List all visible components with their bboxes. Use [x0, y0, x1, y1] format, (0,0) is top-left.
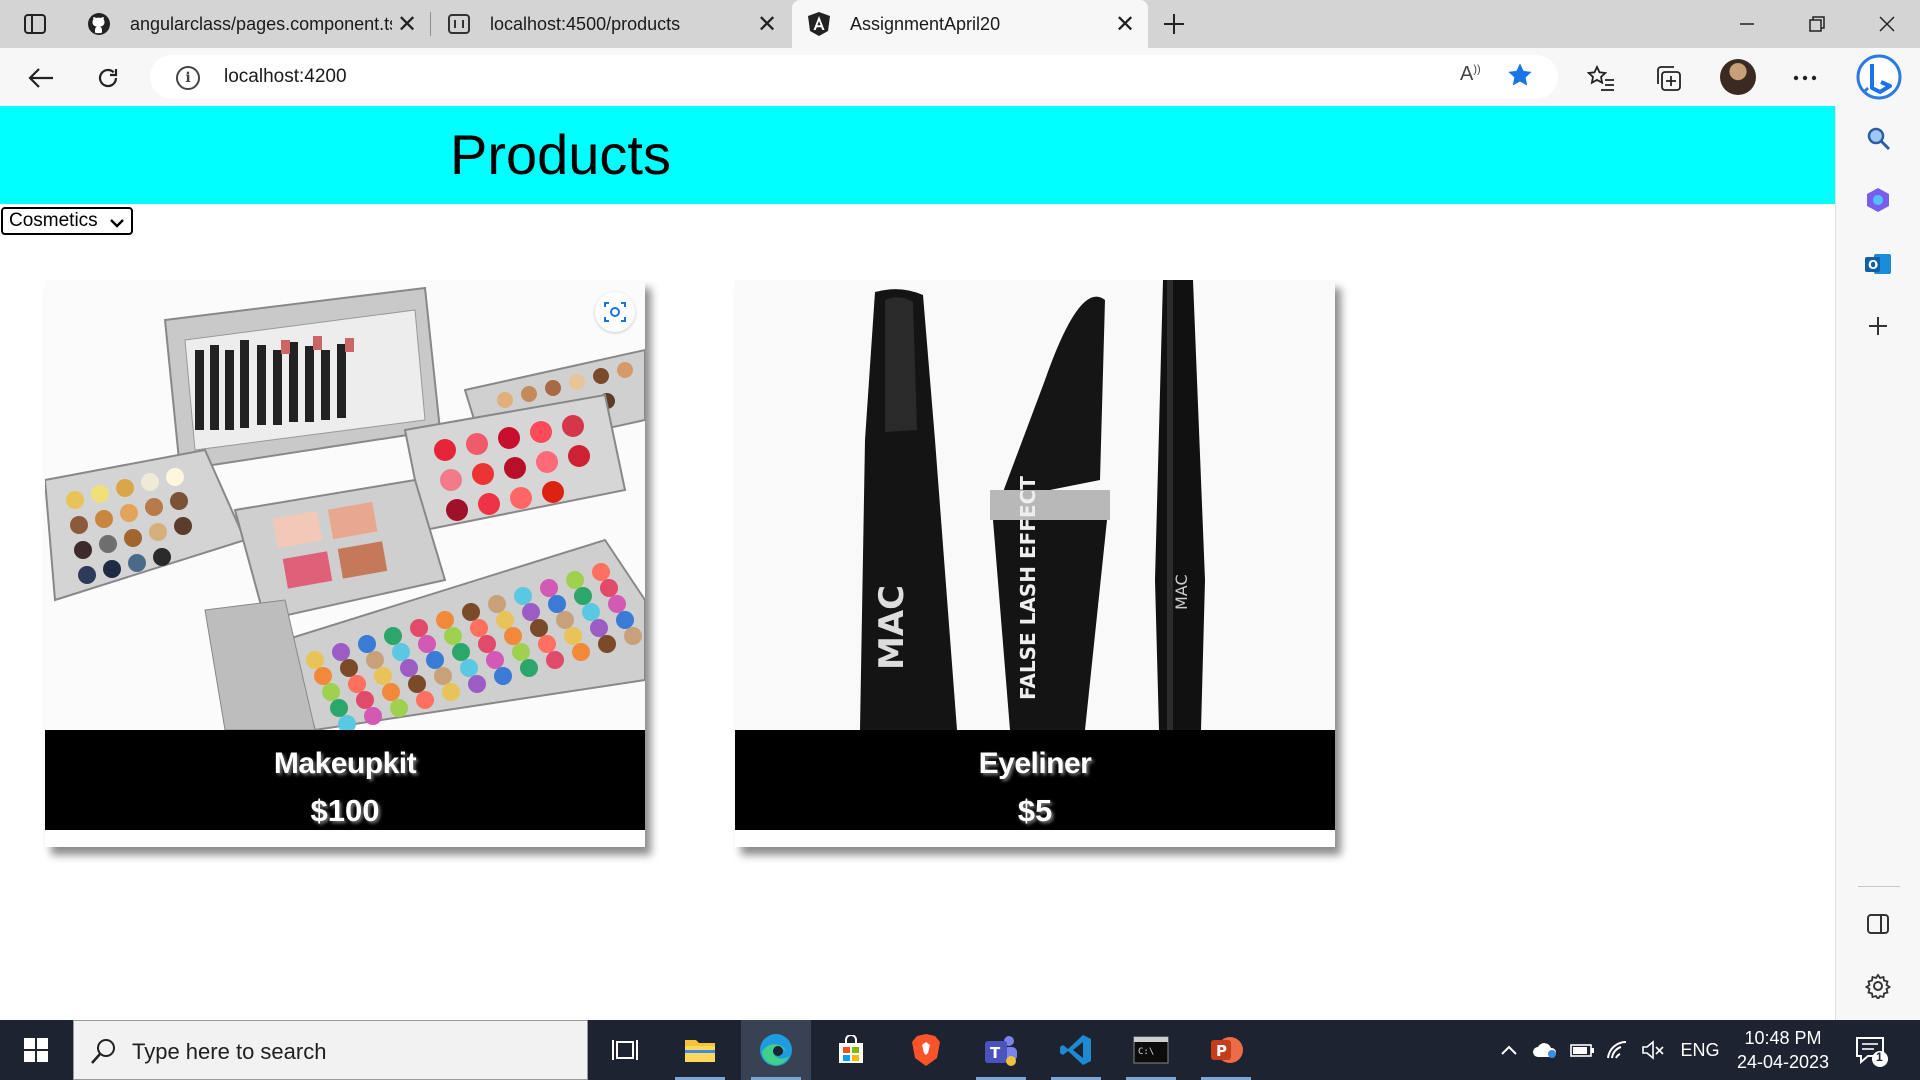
site-info-icon[interactable]: i — [176, 66, 200, 90]
onedrive-icon[interactable] — [1530, 1020, 1560, 1080]
chevron-down-icon — [109, 214, 125, 236]
tab-title: angularclass/pages.component.ts — [130, 13, 392, 34]
product-name: Makeupkit — [273, 747, 417, 780]
profile-avatar[interactable] — [1720, 59, 1756, 95]
powerpoint-icon[interactable]: P — [1191, 1020, 1261, 1080]
product-caption: Eyeliner $5 — [735, 730, 1335, 830]
search-placeholder: Type here to search — [132, 1039, 327, 1064]
product-price: $5 — [1017, 793, 1053, 828]
task-view-icon[interactable] — [590, 1020, 660, 1080]
clock[interactable]: 10:48 PM 24-04-2023 — [1728, 1026, 1838, 1074]
bing-chat-icon[interactable] — [1854, 52, 1904, 102]
svg-text:MAC: MAC — [1172, 574, 1191, 610]
close-tab-icon[interactable]: ✕ — [752, 9, 782, 39]
address-bar-row: i localhost:4200 A)) — [0, 48, 1920, 106]
tab-title: localhost:4500/products — [490, 13, 681, 34]
edge-sidebar: O — [1835, 106, 1920, 1020]
file-explorer-icon[interactable] — [665, 1020, 735, 1080]
makeup-kit-image — [45, 280, 645, 730]
discover-icon[interactable] — [1858, 180, 1898, 220]
wifi-icon[interactable] — [1603, 1020, 1633, 1080]
show-hidden-icons-chevron-up-icon[interactable] — [1496, 1020, 1522, 1080]
svg-text:O: O — [1868, 258, 1878, 272]
battery-icon[interactable] — [1567, 1020, 1597, 1080]
page-icon — [446, 11, 472, 37]
start-button[interactable] — [14, 1032, 58, 1068]
eyeliner-image: MAC FALSE LASH EFFECT MAC — [735, 280, 1335, 730]
more-options-icon[interactable] — [1788, 61, 1822, 95]
clock-time: 10:48 PM — [1744, 1028, 1822, 1048]
language-indicator[interactable]: ENG — [1672, 1020, 1728, 1080]
new-tab-button[interactable] — [1158, 8, 1190, 40]
tab-divider — [430, 12, 431, 36]
svg-text:T: T — [990, 1044, 1001, 1062]
angular-icon — [806, 11, 832, 37]
close-window-button[interactable] — [1852, 0, 1920, 48]
notification-center-icon[interactable]: 1 — [1854, 1034, 1888, 1068]
tab-localhost-4500[interactable]: localhost:4500/products ✕ — [432, 0, 790, 48]
tab-assignment-april20[interactable]: AssignmentApril20 ✕ — [792, 0, 1148, 48]
terminal-icon[interactable]: C:\ — [1116, 1020, 1186, 1080]
back-button[interactable] — [24, 61, 58, 95]
category-select-value: Cosmetics — [9, 210, 98, 231]
page-header: Products — [0, 106, 1835, 204]
vscode-icon[interactable] — [1041, 1020, 1111, 1080]
teams-icon[interactable]: T — [966, 1020, 1036, 1080]
add-icon[interactable] — [1858, 306, 1898, 346]
clock-date: 24-04-2023 — [1736, 1052, 1830, 1072]
brave-browser-icon[interactable] — [891, 1020, 961, 1080]
windows-taskbar: Type here to search T C:\ P ENG 10:48 PM… — [0, 1020, 1920, 1080]
settings-gear-icon[interactable] — [1858, 966, 1898, 1006]
sidebar-divider — [1858, 886, 1900, 887]
page-title: Products — [450, 123, 671, 186]
visual-search-icon[interactable] — [595, 292, 635, 332]
microsoft-store-icon[interactable] — [816, 1020, 886, 1080]
category-select[interactable]: Cosmetics — [1, 207, 133, 235]
edge-browser-icon[interactable] — [741, 1020, 811, 1080]
product-card-makeupkit[interactable]: Makeupkit $100 — [45, 280, 645, 847]
search-icon[interactable] — [1858, 118, 1898, 158]
tab-title: AssignmentApril20 — [850, 13, 1001, 34]
read-aloud-icon[interactable]: A)) — [1460, 63, 1481, 86]
tab-actions-icon[interactable] — [18, 10, 52, 38]
product-caption: Makeupkit $100 — [45, 730, 645, 830]
svg-text:MAC: MAC — [872, 585, 912, 670]
product-card-eyeliner[interactable]: MAC FALSE LASH EFFECT MAC Eyeliner $5 — [735, 280, 1335, 847]
taskbar-search-input[interactable]: Type here to search — [73, 1020, 588, 1080]
close-tab-icon[interactable]: ✕ — [392, 9, 422, 39]
github-icon — [86, 11, 112, 37]
product-price: $100 — [310, 793, 380, 828]
tab-github[interactable]: angularclass/pages.component.ts ✕ — [72, 0, 430, 48]
close-tab-icon[interactable]: ✕ — [1110, 9, 1140, 39]
outlook-icon[interactable]: O — [1858, 244, 1898, 284]
search-icon — [90, 1037, 118, 1070]
tab-bar: angularclass/pages.component.ts ✕ localh… — [0, 0, 1920, 48]
refresh-button[interactable] — [91, 61, 125, 95]
restore-button[interactable] — [1782, 0, 1852, 48]
url-text: localhost:4200 — [224, 66, 347, 87]
minimize-button[interactable] — [1712, 0, 1782, 48]
collections-icon[interactable] — [1651, 61, 1685, 95]
hide-sidebar-icon[interactable] — [1858, 904, 1898, 944]
svg-text:FALSE LASH EFFECT: FALSE LASH EFFECT — [1016, 476, 1040, 700]
favorites-icon[interactable] — [1584, 61, 1618, 95]
volume-muted-icon[interactable] — [1638, 1020, 1668, 1080]
notification-count: 1 — [1876, 1050, 1883, 1064]
product-name: Eyeliner — [978, 747, 1092, 780]
svg-text:C:\: C:\ — [1138, 1047, 1154, 1057]
favorite-star-icon[interactable] — [1506, 61, 1534, 94]
svg-text:P: P — [1216, 1042, 1227, 1060]
page-viewport: Products Cosmetics Makeupkit $100 MAC FA… — [0, 106, 1835, 1020]
address-field[interactable]: i localhost:4200 A)) — [150, 55, 1558, 99]
